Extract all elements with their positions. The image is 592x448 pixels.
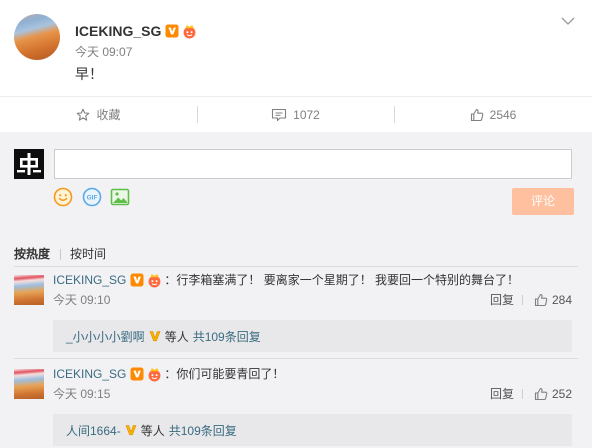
commenter-avatar[interactable] bbox=[14, 275, 44, 305]
comment-timestamp: 今天 09:15 bbox=[53, 387, 111, 401]
post-text: 早！ bbox=[75, 66, 103, 82]
verified-v-icon bbox=[125, 425, 137, 436]
vip-crown-icon[interactable] bbox=[146, 273, 163, 288]
thumb-up-icon bbox=[470, 108, 483, 121]
commenter-name[interactable]: ICEKING_SG bbox=[53, 272, 126, 288]
sort-divider bbox=[60, 249, 61, 260]
comment-icon bbox=[272, 108, 287, 121]
comment-item: ICEKING_SG ：行李箱塞满了！ 要离家一个星期了！ 我要回一个特别的舞台… bbox=[0, 272, 592, 352]
comment-text: ：你们可能要青回了！ bbox=[164, 367, 285, 381]
thumb-up-icon[interactable] bbox=[534, 293, 548, 307]
commenter-name[interactable]: ICEKING_SG bbox=[53, 366, 126, 382]
reply-summary[interactable]: _小小小小劉啊 等人 共109条回复 bbox=[53, 320, 572, 352]
like-count: 2546 bbox=[489, 107, 517, 122]
star-icon bbox=[77, 108, 90, 121]
reply-button[interactable]: 回复 bbox=[490, 386, 514, 402]
reply-count-link[interactable]: 共109条回复 bbox=[193, 328, 261, 345]
reply-button[interactable]: 回复 bbox=[490, 292, 514, 308]
vip-crown-icon[interactable] bbox=[146, 367, 163, 382]
submit-comment-button[interactable]: 评论 bbox=[512, 188, 574, 215]
author-name[interactable]: ICEKING_SG bbox=[75, 22, 161, 40]
reply-summary[interactable]: 人间1664- 等人 共109条回复 bbox=[53, 414, 572, 446]
list-divider bbox=[14, 358, 578, 359]
comment-like-count[interactable]: 284 bbox=[552, 292, 572, 308]
sort-by-hot-tab[interactable]: 按热度 bbox=[14, 246, 50, 262]
reply-summary-others: 等人 bbox=[164, 329, 189, 344]
comment-button[interactable]: 1072 bbox=[197, 97, 394, 132]
emoji-icon[interactable] bbox=[53, 187, 73, 207]
verified-v-icon bbox=[149, 331, 161, 342]
post-timestamp[interactable]: 今天 09:07 bbox=[75, 45, 132, 59]
reply-summary-others: 等人 bbox=[140, 423, 165, 438]
image-icon[interactable] bbox=[110, 187, 130, 207]
post-action-bar: 收藏 1072 2546 bbox=[0, 96, 592, 132]
first-replier-name[interactable]: 人间1664- bbox=[66, 422, 121, 439]
comment-text: ：行李箱塞满了！ 要离家一个星期了！ 我要回一个特别的舞台了！ bbox=[164, 273, 520, 287]
like-button[interactable]: 2546 bbox=[394, 97, 592, 132]
sort-by-time-tab[interactable]: 按时间 bbox=[70, 246, 106, 262]
comment-like-count[interactable]: 252 bbox=[552, 386, 572, 402]
verified-v-badge-icon[interactable] bbox=[130, 367, 144, 381]
comment-input[interactable] bbox=[54, 149, 572, 179]
vip-crown-icon[interactable] bbox=[181, 24, 198, 39]
comment-timestamp: 今天 09:10 bbox=[53, 293, 111, 307]
author-name-row: ICEKING_SG bbox=[75, 22, 198, 40]
reply-count-link[interactable]: 共109条回复 bbox=[169, 422, 237, 439]
verified-v-badge-icon[interactable] bbox=[130, 273, 144, 287]
comment-content: ICEKING_SG ：行李箱塞满了！ 要离家一个星期了！ 我要回一个特别的舞台… bbox=[53, 272, 519, 288]
comment-content: ICEKING_SG ：你们可能要青回了！ bbox=[53, 366, 284, 382]
post-card: ICEKING_SG 今天 09:07 早！ bbox=[0, 0, 592, 96]
comment-section: GIF 评论 按热度 按时间 ICEKING_SG ：行李箱塞满了！ 要离家一个… bbox=[0, 132, 592, 448]
verified-v-badge-icon[interactable] bbox=[165, 24, 179, 38]
comment-action-divider bbox=[522, 295, 523, 305]
gif-label: GIF bbox=[87, 194, 98, 201]
current-user-avatar[interactable] bbox=[14, 149, 44, 179]
chevron-down-icon[interactable] bbox=[561, 16, 575, 26]
first-replier-name[interactable]: _小小小小劉啊 bbox=[66, 328, 145, 345]
author-avatar[interactable] bbox=[14, 14, 60, 60]
thumb-up-icon[interactable] bbox=[534, 387, 548, 401]
comment-count: 1072 bbox=[293, 107, 320, 122]
favorite-label: 收藏 bbox=[96, 108, 121, 122]
favorite-button[interactable]: 收藏 bbox=[0, 97, 197, 132]
commenter-avatar[interactable] bbox=[14, 369, 44, 399]
list-divider bbox=[14, 266, 578, 267]
comment-item: ICEKING_SG ：你们可能要青回了！ 今天 09:15 回复 252 人间… bbox=[0, 366, 592, 446]
comment-action-divider bbox=[522, 389, 523, 399]
gif-icon[interactable]: GIF bbox=[82, 187, 102, 207]
